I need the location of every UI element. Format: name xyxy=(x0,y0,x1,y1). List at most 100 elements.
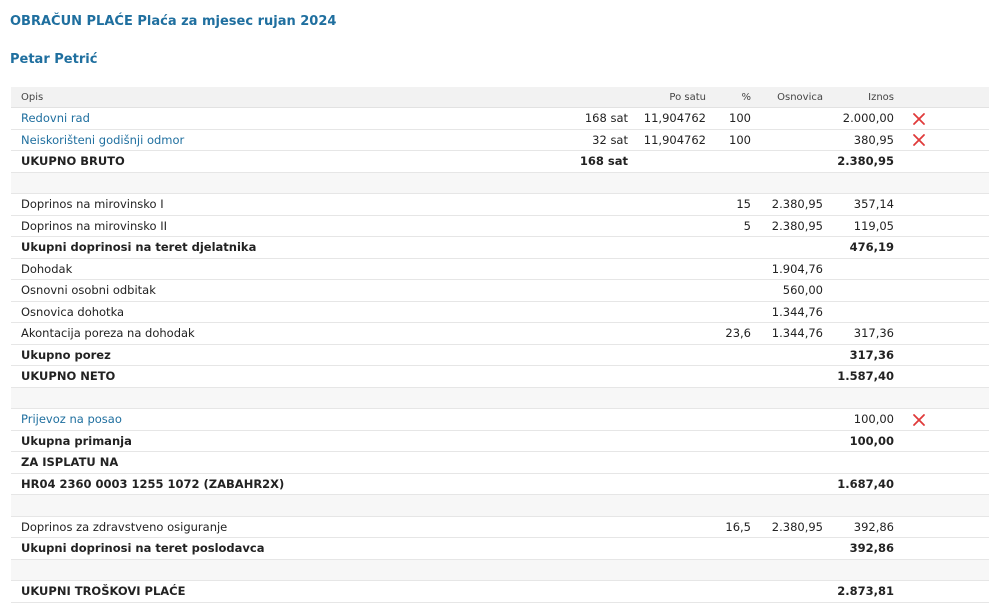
cell-qty xyxy=(576,451,628,474)
spacer-cell xyxy=(751,172,823,194)
cell-actions xyxy=(894,236,989,259)
cell-desc: UKUPNI TROŠKOVI PLAĆE xyxy=(11,580,576,603)
table-row: Akontacija poreza na dohodak 23,6 1.344,76… xyxy=(11,322,989,345)
cell-pct: 5 xyxy=(706,215,751,237)
total-row: Ukupni doprinosi na teret djelatnika 476,… xyxy=(11,236,989,259)
cell-desc: Ukupno porez xyxy=(11,344,576,366)
cell-amount: 380,95 xyxy=(823,129,894,151)
column-header-pct: % xyxy=(706,87,751,108)
spacer-cell xyxy=(576,494,628,517)
cell-base: 560,00 xyxy=(751,279,823,302)
cell-actions xyxy=(894,516,989,538)
total-row: ZA ISPLATU NA xyxy=(11,451,989,474)
cell-qty xyxy=(576,408,628,431)
cell-rate xyxy=(628,408,706,431)
cell-rate xyxy=(628,236,706,259)
cell-actions xyxy=(894,365,989,388)
cell-rate xyxy=(628,580,706,603)
cell-actions xyxy=(894,215,989,237)
cell-amount xyxy=(823,258,894,280)
cell-desc[interactable]: Prijevoz na posao xyxy=(11,408,576,431)
spacer-cell xyxy=(11,172,576,194)
delete-item-button[interactable] xyxy=(912,413,926,427)
cell-base xyxy=(751,107,823,130)
spacer-cell xyxy=(11,494,576,517)
spacer-cell xyxy=(823,494,894,517)
cell-actions xyxy=(894,344,989,366)
cell-actions xyxy=(894,279,989,302)
table-row: Doprinos za zdravstveno osiguranje 16,5 2.… xyxy=(11,516,989,538)
cell-qty xyxy=(576,301,628,323)
cell-qty: 168 sat xyxy=(576,107,628,130)
cell-qty xyxy=(576,279,628,302)
spacer-cell xyxy=(628,172,706,194)
cell-pct xyxy=(706,258,751,280)
cell-rate xyxy=(628,322,706,345)
cell-amount: 100,00 xyxy=(823,430,894,452)
column-header-base: Osnovica xyxy=(751,87,823,108)
cell-base: 2.380,95 xyxy=(751,516,823,538)
cell-desc: Dohodak xyxy=(11,258,576,280)
spacer-cell xyxy=(894,559,989,581)
spacer-cell xyxy=(823,172,894,194)
total-row: Ukupno porez 317,36 xyxy=(11,344,989,366)
column-header-qty xyxy=(576,87,628,108)
cell-amount: 2.873,81 xyxy=(823,580,894,603)
cell-actions xyxy=(894,580,989,603)
cell-pct xyxy=(706,473,751,495)
spacer-cell xyxy=(576,172,628,194)
cell-base: 2.380,95 xyxy=(751,215,823,237)
table-row: Dohodak 1.904,76 xyxy=(11,258,989,280)
spacer-cell xyxy=(628,559,706,581)
spacer-row xyxy=(11,494,989,517)
cell-base: 1.344,76 xyxy=(751,301,823,323)
cell-base xyxy=(751,451,823,474)
cell-qty xyxy=(576,580,628,603)
cell-qty: 32 sat xyxy=(576,129,628,151)
cell-actions xyxy=(894,301,989,323)
table-body: Redovni rad 168 sat 11,904762 100 2.000,00 Ne… xyxy=(11,107,989,603)
cell-amount: 119,05 xyxy=(823,215,894,237)
cell-pct xyxy=(706,365,751,388)
cell-base xyxy=(751,537,823,560)
cell-amount: 100,00 xyxy=(823,408,894,431)
cell-desc[interactable]: Neiskorišteni godišnji odmor xyxy=(11,129,576,151)
cell-pct xyxy=(706,430,751,452)
payroll-page: OBRAČUN PLAĆE Plaća za mjesec rujan 2024… xyxy=(0,0,989,616)
cell-actions xyxy=(894,451,989,474)
cell-amount xyxy=(823,279,894,302)
cell-rate: 11,904762 xyxy=(628,107,706,130)
cell-rate xyxy=(628,301,706,323)
spacer-row xyxy=(11,387,989,409)
spacer-cell xyxy=(628,494,706,517)
close-x-icon xyxy=(913,112,925,125)
spacer-cell xyxy=(706,494,751,517)
cell-desc: Akontacija poreza na dohodak xyxy=(11,322,576,345)
delete-item-button[interactable] xyxy=(912,112,926,126)
table-header-row: Opis Po satu % Osnovica Iznos xyxy=(11,87,989,108)
delete-item-button[interactable] xyxy=(912,133,926,147)
total-row: UKUPNO BRUTO 168 sat 2.380,95 xyxy=(11,150,989,173)
total-row: Ukupna primanja 100,00 xyxy=(11,430,989,452)
cell-pct xyxy=(706,451,751,474)
total-row: HR04 2360 0003 1255 1072 (ZABAHR2X) 1.687… xyxy=(11,473,989,495)
cell-pct: 15 xyxy=(706,193,751,216)
cell-base xyxy=(751,408,823,431)
cell-actions xyxy=(894,430,989,452)
cell-rate xyxy=(628,193,706,216)
cell-actions xyxy=(894,107,989,130)
cell-base xyxy=(751,473,823,495)
cell-base: 1.344,76 xyxy=(751,322,823,345)
cell-pct xyxy=(706,580,751,603)
cell-amount xyxy=(823,451,894,474)
spacer-row xyxy=(11,559,989,581)
cell-desc: HR04 2360 0003 1255 1072 (ZABAHR2X) xyxy=(11,473,576,495)
table-row: Neiskorišteni godišnji odmor 32 sat 11,904… xyxy=(11,129,989,151)
cell-desc[interactable]: Redovni rad xyxy=(11,107,576,130)
spacer-cell xyxy=(706,559,751,581)
cell-pct: 16,5 xyxy=(706,516,751,538)
close-x-icon xyxy=(913,413,925,426)
spacer-cell xyxy=(751,494,823,517)
cell-rate xyxy=(628,537,706,560)
cell-qty xyxy=(576,516,628,538)
